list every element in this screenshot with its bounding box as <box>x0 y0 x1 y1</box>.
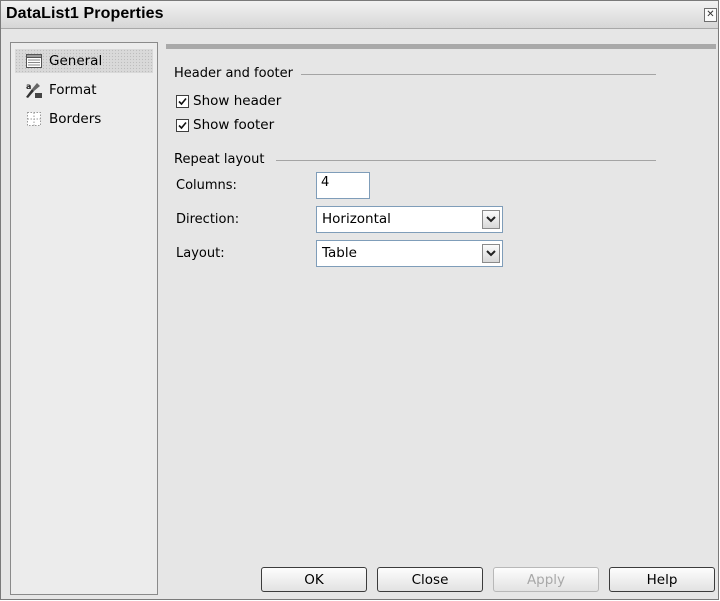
section-divider <box>301 74 656 75</box>
checkmark-icon <box>178 121 187 129</box>
sidebar-item-label: Format <box>49 82 97 98</box>
columns-value: 4 <box>321 175 330 190</box>
show-header-label: Show header <box>193 93 282 109</box>
ok-button[interactable]: OK <box>261 567 367 592</box>
general-page-icon <box>25 52 43 70</box>
sidebar-item-format[interactable]: a Format <box>15 78 153 102</box>
borders-grid-icon <box>25 110 43 128</box>
sidebar-item-label: Borders <box>49 111 102 127</box>
page-list: General a Format Borders <box>10 42 158 595</box>
section-divider <box>276 160 656 161</box>
format-brush-icon: a <box>25 81 43 99</box>
close-icon: ✕ <box>706 9 715 20</box>
show-footer-row[interactable]: Show footer <box>176 117 274 133</box>
section-title-repeat-layout: Repeat layout <box>174 152 273 167</box>
direction-dropdown-button[interactable] <box>482 210 500 229</box>
properties-dialog: DataList1 Properties ✕ General a Format … <box>0 0 719 600</box>
layout-dropdown-button[interactable] <box>482 244 500 263</box>
show-footer-label: Show footer <box>193 117 275 133</box>
chevron-down-icon <box>486 250 496 257</box>
close-button-label: Close <box>411 571 449 588</box>
show-footer-checkbox[interactable] <box>176 118 189 132</box>
layout-label: Layout: <box>176 246 225 261</box>
sidebar-item-borders[interactable]: Borders <box>15 107 153 131</box>
svg-text:a: a <box>26 82 31 91</box>
show-header-row[interactable]: Show header <box>176 93 281 109</box>
direction-select[interactable]: Horizontal <box>316 206 503 233</box>
layout-value: Table <box>322 245 357 261</box>
chevron-down-icon <box>486 216 496 223</box>
ok-button-label: OK <box>304 571 324 588</box>
close-window-button[interactable]: ✕ <box>704 8 717 22</box>
title-bar[interactable]: DataList1 Properties ✕ <box>1 1 718 29</box>
section-title-header-footer: Header and footer <box>174 66 301 81</box>
apply-button-label: Apply <box>526 571 566 588</box>
layout-select[interactable]: Table <box>316 240 503 267</box>
close-button[interactable]: Close <box>377 567 483 592</box>
direction-value: Horizontal <box>322 211 391 227</box>
help-button[interactable]: Help <box>609 567 715 592</box>
help-button-label: Help <box>646 571 678 588</box>
panel-header-divider <box>166 44 716 49</box>
direction-label: Direction: <box>176 212 240 227</box>
sidebar-item-general[interactable]: General <box>15 49 153 73</box>
window-title: DataList1 Properties <box>6 5 164 22</box>
sidebar-item-label: General <box>49 53 103 69</box>
checkmark-icon <box>178 97 187 105</box>
columns-label: Columns: <box>176 178 237 193</box>
show-header-checkbox[interactable] <box>176 94 189 108</box>
apply-button[interactable]: Apply <box>493 567 599 592</box>
columns-input[interactable]: 4 <box>316 172 370 199</box>
